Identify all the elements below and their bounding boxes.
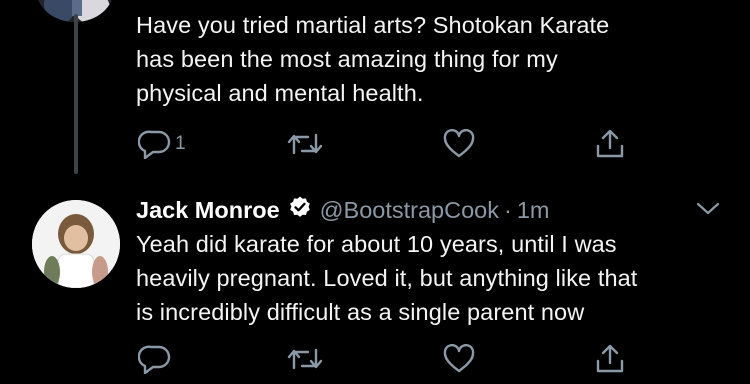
retweet-icon [287,133,323,155]
like-button[interactable] [442,342,476,376]
like-icon [443,129,475,158]
verified-badge-icon [288,195,312,225]
retweet-icon [287,348,323,370]
text-line: physical and mental health. [136,80,424,106]
reply-count: 1 [175,133,186,154]
reply-tweet-header: Jack Monroe @BootstrapCook · 1m [136,193,549,227]
share-icon [596,129,624,158]
separator-dot: · [503,196,512,223]
author-handle[interactable]: @BootstrapCook [320,197,499,224]
thread-connector-line [74,14,78,174]
text-line: Have you tried martial arts? Shotokan Ka… [136,12,610,38]
timestamp[interactable]: 1m [517,197,550,224]
reply-icon [138,130,171,159]
retweet-button[interactable] [286,342,324,376]
reply-button[interactable] [138,342,172,376]
tweet-menu-button[interactable] [694,197,722,224]
parent-action-bar: 1 [136,127,656,161]
text-line: Yeah did karate for about 10 years, unti… [136,231,617,257]
share-button[interactable] [594,127,626,161]
reply-action-bar [136,342,656,376]
text-line: heavily pregnant. Loved it, but anything… [136,265,638,291]
avatar-image [32,200,120,288]
share-button[interactable] [594,342,626,376]
text-line: has been the most amazing thing for my [136,46,558,72]
reply-tweet-text: Yeah did karate for about 10 years, unti… [136,227,637,329]
author-avatar[interactable] [32,200,120,288]
chevron-down-icon [696,202,720,215]
like-button[interactable] [442,127,476,161]
parent-tweet[interactable]: Have you tried martial arts? Shotokan Ka… [0,0,750,180]
like-icon [443,344,475,373]
reply-icon [138,345,171,374]
retweet-button[interactable] [286,127,324,161]
author-name[interactable]: Jack Monroe [136,197,280,224]
parent-tweet-text: Have you tried martial arts? Shotokan Ka… [136,8,609,110]
reply-button[interactable]: 1 [138,127,186,161]
share-icon [596,344,624,373]
text-line: is incredibly difficult as a single pare… [136,299,585,325]
